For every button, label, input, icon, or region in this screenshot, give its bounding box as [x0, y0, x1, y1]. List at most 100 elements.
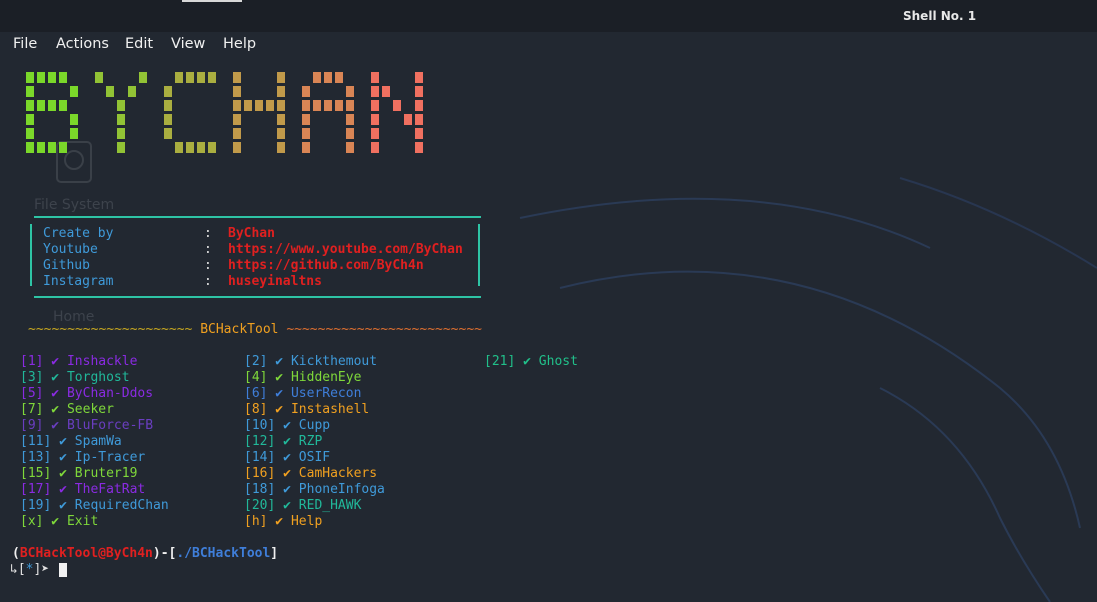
prompt-input-line[interactable]: ↳[*]➤	[10, 562, 49, 578]
banner-pixel	[277, 72, 285, 83]
banner-pixel	[393, 100, 401, 111]
option-kickthemout[interactable]: [2] ✔ Kickthemout	[244, 354, 377, 369]
option-spamwa[interactable]: [11] ✔ SpamWa	[20, 434, 122, 449]
option-ip-tracer[interactable]: [13] ✔ Ip-Tracer	[20, 450, 145, 465]
banner-pixel	[233, 86, 241, 97]
banner-pixel	[37, 72, 45, 83]
option-seeker[interactable]: [7] ✔ Seeker	[20, 402, 114, 417]
option-torghost[interactable]: [3] ✔ Torghost	[20, 370, 130, 385]
banner-pixel	[346, 142, 354, 153]
banner-pixel	[415, 128, 423, 139]
option-phoneinfoga[interactable]: [18] ✔ PhoneInfoga	[244, 482, 385, 497]
info-label-github: Github	[43, 258, 90, 273]
info-value-youtube: https://www.youtube.com/ByChan	[228, 242, 463, 257]
banner-pixel	[37, 142, 45, 153]
option-instashell[interactable]: [8] ✔ Instashell	[244, 402, 369, 417]
option-hiddeneye[interactable]: [4] ✔ HiddenEye	[244, 370, 361, 385]
banner-pixel	[371, 114, 379, 125]
banner-pixel	[197, 142, 205, 153]
info-right-border	[478, 224, 480, 286]
banner-pixel	[197, 72, 205, 83]
banner-pixel	[128, 86, 136, 97]
banner-pixel	[277, 114, 285, 125]
banner-pixel	[117, 114, 125, 125]
tool-divider: ~~~~~~~~~~~~~~~~~~~~~ BCHackTool ~~~~~~~…	[28, 322, 482, 338]
banner-pixel	[335, 72, 343, 83]
banner-pixel	[313, 100, 321, 111]
banner-pixel	[59, 72, 67, 83]
banner-pixel	[117, 100, 125, 111]
menu-help[interactable]: Help	[223, 36, 256, 52]
title-bar: Shell No. 1	[0, 0, 1097, 32]
banner-pixel	[26, 142, 34, 153]
banner-pixel	[186, 142, 194, 153]
banner-pixel	[26, 100, 34, 111]
info-colon: :	[204, 242, 212, 257]
banner-pixel	[26, 86, 34, 97]
prompt-line: (BCHackTool@ByCh4n)-[./BCHackTool]	[12, 546, 279, 561]
banner-pixel	[255, 100, 263, 111]
banner-pixel	[208, 142, 216, 153]
banner-pixel	[164, 86, 172, 97]
info-colon: :	[204, 258, 212, 273]
menu-view[interactable]: View	[171, 36, 205, 52]
info-label-create: Create by	[43, 226, 114, 241]
banner-pixel	[48, 142, 56, 153]
info-colon: :	[204, 226, 212, 241]
banner-pixel	[371, 72, 379, 83]
divider-title: BCHackTool	[200, 322, 279, 337]
banner-pixel	[371, 128, 379, 139]
option-red-hawk[interactable]: [20] ✔ RED_HAWK	[244, 498, 361, 513]
option-bychan-ddos[interactable]: [5] ✔ ByChan-Ddos	[20, 386, 153, 401]
banner-pixel	[26, 72, 34, 83]
banner-pixel	[302, 142, 310, 153]
banner-pixel	[164, 114, 172, 125]
option-exit[interactable]: [x] ✔ Exit	[20, 514, 98, 529]
banner-pixel	[117, 142, 125, 153]
prompt-chevron: ]➤	[33, 562, 50, 577]
option-thefatrat[interactable]: [17] ✔ TheFatRat	[20, 482, 145, 497]
prompt-arrow: ↳[	[10, 562, 26, 577]
banner-pixel	[302, 86, 310, 97]
option-rzp[interactable]: [12] ✔ RZP	[244, 434, 322, 449]
bychan-banner-logo	[26, 72, 423, 153]
banner-pixel	[59, 142, 67, 153]
banner-pixel	[277, 128, 285, 139]
banner-pixel	[208, 72, 216, 83]
banner-pixel	[404, 114, 412, 125]
banner-pixel	[382, 86, 390, 97]
banner-pixel	[335, 100, 343, 111]
option-userrecon[interactable]: [6] ✔ UserRecon	[244, 386, 361, 401]
terminal-cursor[interactable]	[59, 563, 67, 577]
option-camhackers[interactable]: [16] ✔ CamHackers	[244, 466, 377, 481]
info-colon: :	[204, 274, 212, 289]
menu-actions[interactable]: Actions	[56, 36, 109, 52]
banner-pixel	[415, 142, 423, 153]
banner-pixel	[244, 100, 252, 111]
banner-pixel	[233, 100, 241, 111]
banner-pixel	[346, 128, 354, 139]
info-value-instagram: huseyinaltns	[228, 274, 322, 289]
menu-file[interactable]: File	[13, 36, 37, 52]
option-bruter19[interactable]: [15] ✔ Bruter19	[20, 466, 137, 481]
option-inshackle[interactable]: [1] ✔ Inshackle	[20, 354, 137, 369]
option-bluforce-fb[interactable]: [9] ✔ BluForce-FB	[20, 418, 153, 433]
banner-pixel	[346, 86, 354, 97]
banner-pixel	[48, 100, 56, 111]
option-cupp[interactable]: [10] ✔ Cupp	[244, 418, 330, 433]
tab-indicator	[182, 0, 242, 2]
menu-edit[interactable]: Edit	[125, 36, 153, 52]
option-osif[interactable]: [14] ✔ OSIF	[244, 450, 330, 465]
banner-pixel	[233, 114, 241, 125]
banner-pixel	[415, 86, 423, 97]
option-help[interactable]: [h] ✔ Help	[244, 514, 322, 529]
banner-pixel	[371, 142, 379, 153]
banner-pixel	[302, 100, 310, 111]
banner-pixel	[70, 114, 78, 125]
menu-bar: File Actions Edit View Help	[0, 32, 1097, 58]
option-ghost[interactable]: [21] ✔ Ghost	[484, 354, 578, 369]
banner-pixel	[346, 100, 354, 111]
option-requiredchan[interactable]: [19] ✔ RequiredChan	[20, 498, 169, 513]
info-left-border	[30, 224, 32, 286]
window-title: Shell No. 1	[903, 9, 977, 23]
